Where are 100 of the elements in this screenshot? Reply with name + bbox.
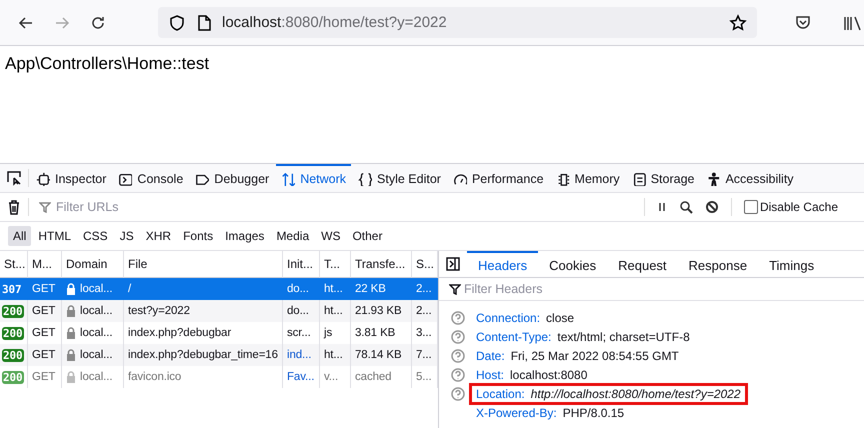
request-cell[interactable]: GET <box>28 344 62 366</box>
address-bar[interactable]: localhost:8080/home/test?y=2022 <box>158 7 757 38</box>
details-tab[interactable]: Timings <box>758 251 826 277</box>
help-icon[interactable] <box>451 348 465 362</box>
header-name: Date: <box>476 348 505 362</box>
type-filter-button[interactable]: All <box>8 226 32 246</box>
filter-icon <box>39 201 51 213</box>
chip-icon <box>556 172 570 186</box>
domain-cell[interactable]: local... <box>62 278 124 300</box>
status-code: 200 <box>2 370 24 384</box>
tag-icon <box>195 172 210 186</box>
details-tab[interactable]: Headers <box>467 251 538 277</box>
details-tab[interactable]: Cookies <box>538 251 608 277</box>
trash-icon[interactable] <box>7 199 21 215</box>
request-cell[interactable]: 78.14 KB <box>351 344 412 366</box>
request-cell[interactable]: index.php?debugbar_time=16 <box>124 344 283 366</box>
help-icon[interactable] <box>451 330 465 344</box>
devtools-tab[interactable]: Debugger <box>190 164 274 192</box>
lock-icon <box>66 305 76 317</box>
devtools-tab[interactable]: Network <box>276 164 352 192</box>
status-code: 200 <box>2 304 24 318</box>
request-cell[interactable]: GET <box>28 300 62 322</box>
page-heading: App\Controllers\Home::test <box>5 54 210 73</box>
request-cell[interactable]: test?y=2022 <box>124 300 283 322</box>
request-cell[interactable]: 5... <box>412 366 438 388</box>
type-filter-button[interactable]: Fonts <box>178 226 218 246</box>
status-cell[interactable]: 307 <box>0 278 28 300</box>
domain-cell[interactable]: local... <box>62 344 124 366</box>
search-icon[interactable] <box>678 200 693 214</box>
devtools-tab[interactable]: Style Editor <box>353 164 446 192</box>
picker-icon[interactable] <box>6 170 22 186</box>
request-cell[interactable]: favicon.ico <box>124 366 283 388</box>
devtools-tab[interactable]: Storage <box>626 164 700 192</box>
header-value: http://localhost:8080/home/test?y=2022 <box>530 386 741 400</box>
type-filter-button[interactable]: CSS <box>78 226 113 246</box>
devtools-tab[interactable]: Memory <box>550 164 625 192</box>
status-cell[interactable]: 200 <box>0 300 28 322</box>
type-filter-button[interactable]: Media <box>271 226 314 246</box>
request-cell[interactable]: do... <box>283 300 320 322</box>
help-icon[interactable] <box>451 310 465 324</box>
pause-icon[interactable] <box>656 201 667 213</box>
header-value: text/html; charset=UTF-8 <box>557 330 690 344</box>
devtools-tab[interactable]: Inspector <box>31 164 112 192</box>
status-code: 307 <box>2 282 22 296</box>
request-cell[interactable]: do... <box>283 278 320 300</box>
header-name: X-Powered-By: <box>476 406 557 420</box>
request-cell[interactable]: 2... <box>412 278 438 300</box>
arrows-icon <box>281 172 296 186</box>
request-cell[interactable]: 22 KB <box>351 278 412 300</box>
lock-icon <box>66 283 76 295</box>
filter-urls-field[interactable]: Filter URLs <box>56 200 644 214</box>
header-name: Content-Type: <box>476 330 552 344</box>
block-icon[interactable] <box>704 200 719 214</box>
details-tab[interactable]: Response <box>678 251 758 277</box>
disable-cache-checkbox[interactable]: Disable Cache <box>744 200 838 214</box>
request-cell[interactable]: ht... <box>320 278 351 300</box>
lock-icon <box>66 349 76 361</box>
devtools-tab[interactable]: Console <box>113 164 188 192</box>
request-cell[interactable]: GET <box>28 366 62 388</box>
storage-icon <box>632 172 646 186</box>
devtools-tab[interactable]: Performance <box>448 164 549 192</box>
sidebar-icon[interactable] <box>445 256 461 272</box>
type-filter-button[interactable]: XHR <box>140 226 176 246</box>
request-cell[interactable]: GET <box>28 278 62 300</box>
request-cell[interactable]: ht... <box>320 344 351 366</box>
domain-cell[interactable]: local... <box>62 366 124 388</box>
pocket-icon[interactable] <box>794 14 812 32</box>
lock-icon <box>66 327 76 339</box>
request-cell[interactable]: v... <box>320 366 351 388</box>
type-filter-button[interactable]: HTML <box>33 226 76 246</box>
request-cell[interactable]: 2... <box>412 300 438 322</box>
status-code: 200 <box>2 348 24 362</box>
help-icon[interactable] <box>451 386 465 400</box>
type-filter-button[interactable]: JS <box>114 226 139 246</box>
header-value: close <box>546 310 574 324</box>
request-cell[interactable]: ht... <box>320 300 351 322</box>
gauge-icon <box>452 172 467 186</box>
request-cell[interactable]: ind... <box>283 344 320 366</box>
filter-headers-field[interactable]: Filter Headers <box>464 282 864 296</box>
details-tab[interactable]: Request <box>607 251 678 277</box>
header-name: Location: <box>476 386 525 400</box>
header-name: Host: <box>476 368 504 382</box>
star-icon[interactable] <box>729 14 747 32</box>
type-filter-button[interactable]: Other <box>347 226 388 246</box>
status-cell[interactable]: 200 <box>0 344 28 366</box>
type-filter-button[interactable]: WS <box>316 226 346 246</box>
help-icon[interactable] <box>451 368 465 382</box>
devtools-tab[interactable]: Accessibility <box>701 164 799 192</box>
shield-icon <box>168 14 186 32</box>
header-value: PHP/8.0.15 <box>562 406 624 420</box>
request-cell[interactable]: 21.93 KB <box>351 300 412 322</box>
request-cell[interactable]: cached <box>351 366 412 388</box>
header-value: Fri, 25 Mar 2022 08:54:55 GMT <box>510 348 679 362</box>
domain-cell[interactable]: local... <box>62 300 124 322</box>
request-cell[interactable]: / <box>124 278 283 300</box>
status-code: 200 <box>2 326 24 340</box>
request-cell[interactable]: 7... <box>412 344 438 366</box>
request-cell[interactable]: Fav... <box>283 366 320 388</box>
braces-icon <box>358 172 372 186</box>
type-filter-button[interactable]: Images <box>220 226 270 246</box>
